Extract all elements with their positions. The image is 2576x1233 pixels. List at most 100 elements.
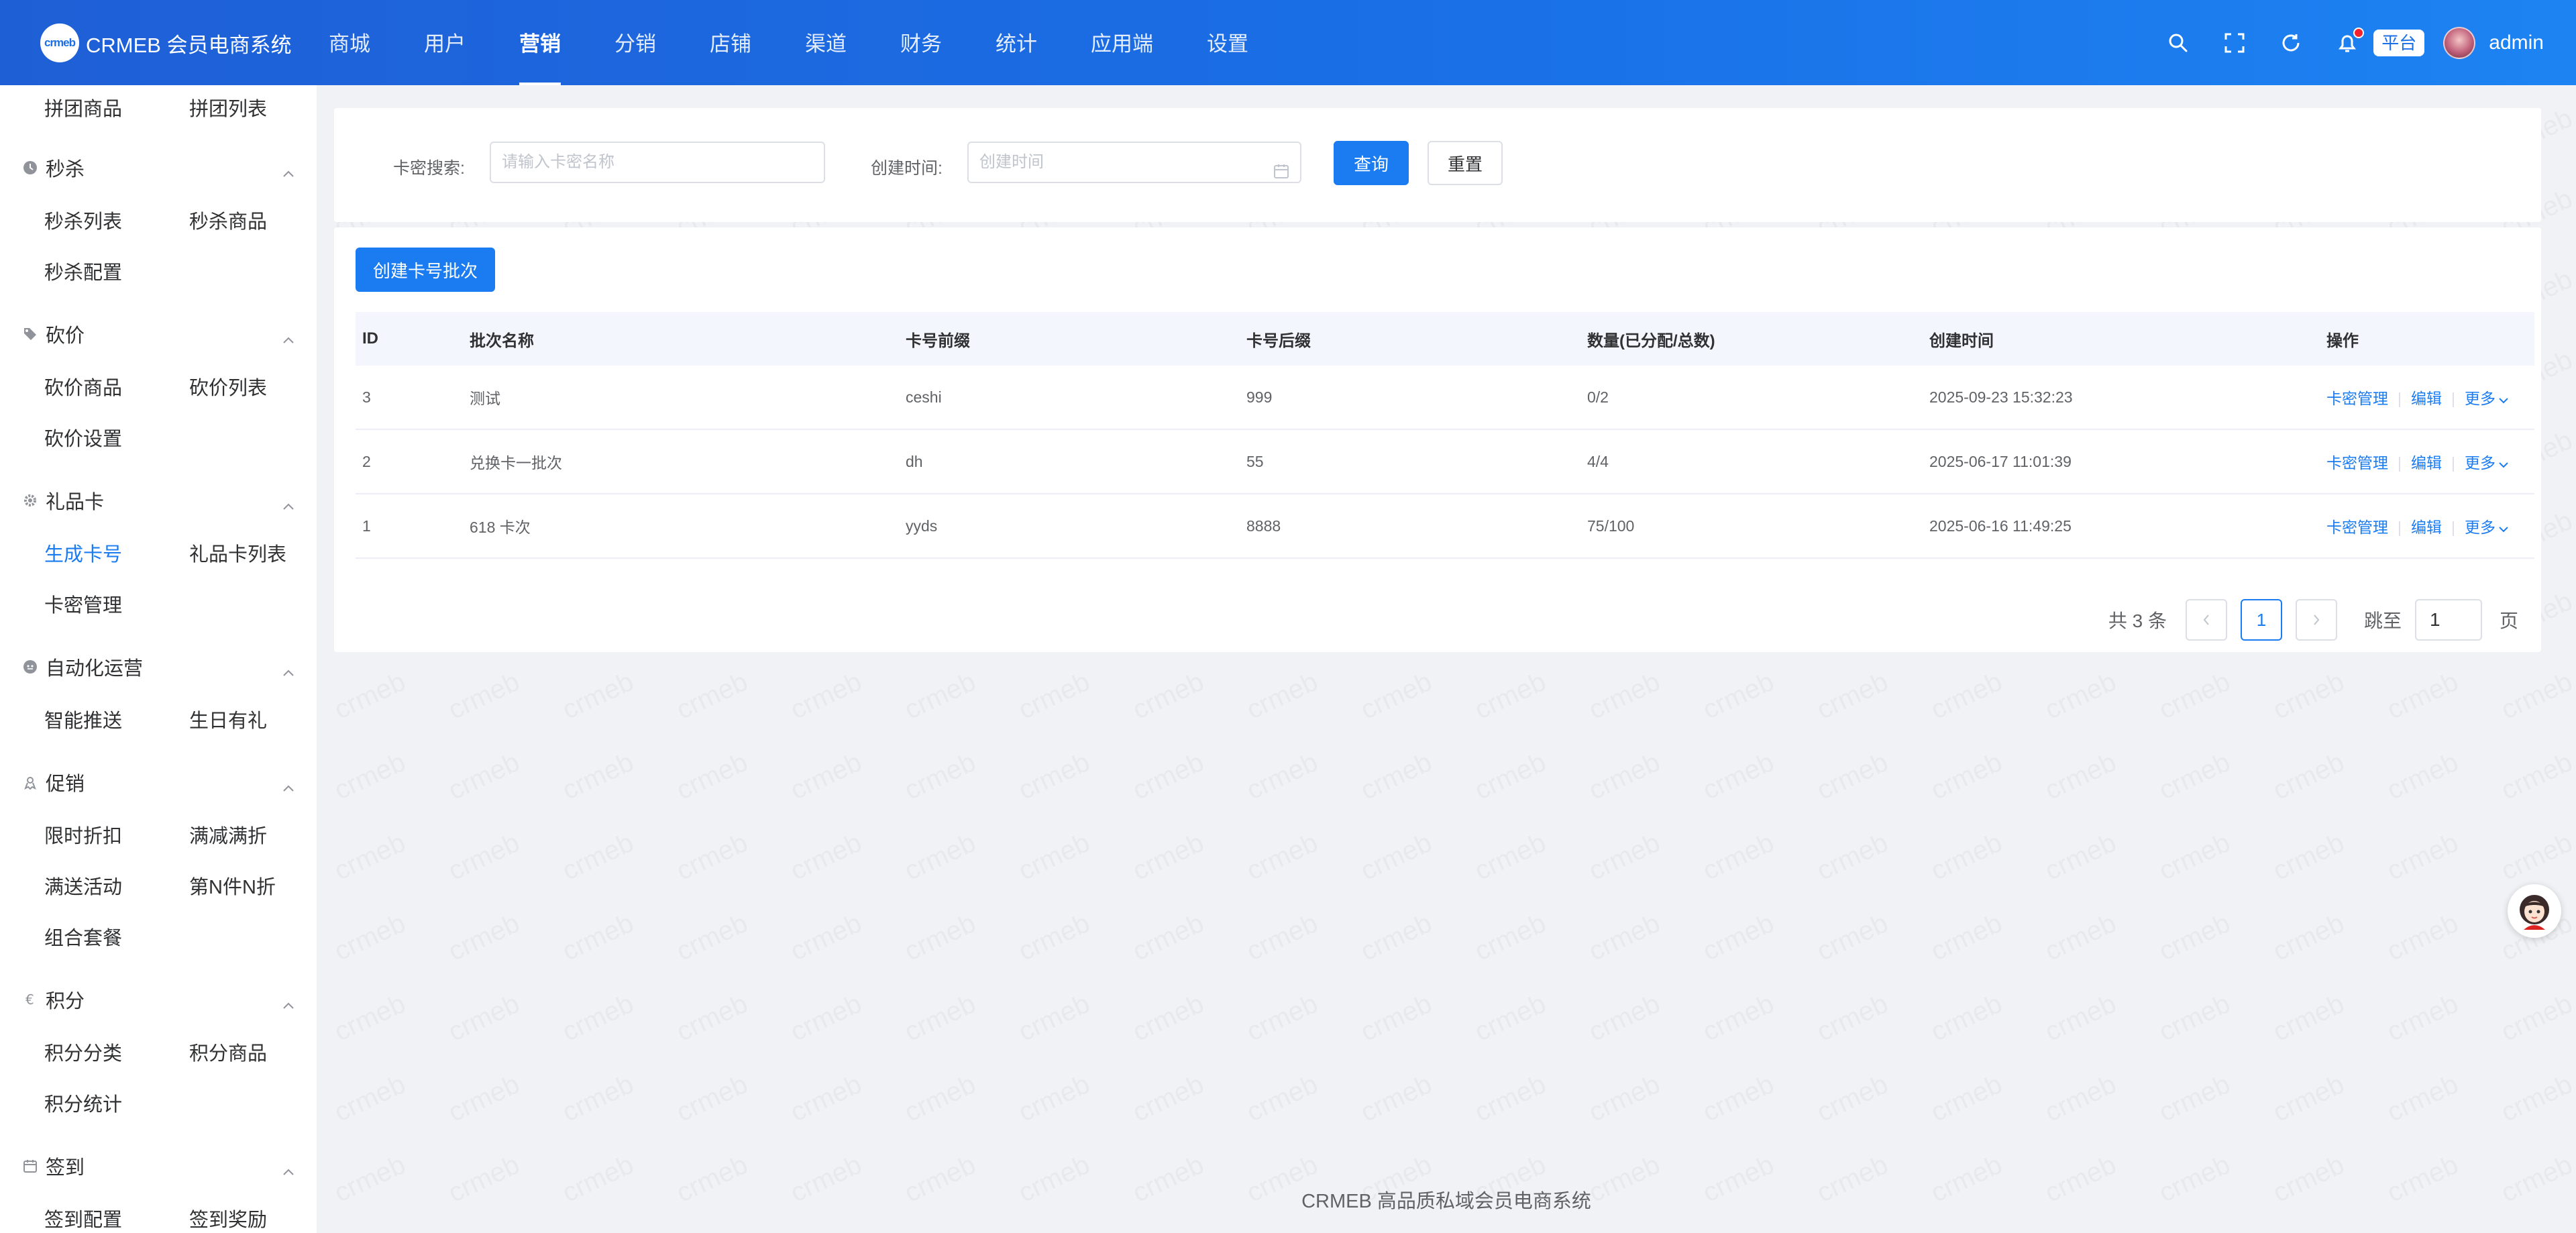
- manage-link[interactable]: 卡密管理: [2326, 519, 2388, 536]
- cell-batch-name: 测试: [470, 390, 500, 407]
- cell-id: 2: [362, 452, 371, 470]
- query-button[interactable]: 查询: [1334, 141, 1409, 185]
- sidebar-item-signin-config[interactable]: 签到配置: [44, 1204, 122, 1232]
- sidebar-item-points-category[interactable]: 积分分类: [44, 1038, 122, 1066]
- cell-create-time: 2025-06-16 11:49:25: [1929, 517, 2072, 535]
- fullscreen-icon[interactable]: [2223, 32, 2246, 54]
- sidebar-item-bargain-settings[interactable]: 砍价设置: [44, 423, 122, 451]
- sidebar-item-signin-reward[interactable]: 签到奖励: [189, 1204, 267, 1232]
- support-girl-icon: [2520, 895, 2549, 930]
- edit-link[interactable]: 编辑: [2411, 519, 2442, 536]
- app-logo[interactable]: crmeb CRMEB 会员电商系统: [40, 23, 292, 63]
- table-row: 1 618 卡次 yyds 8888 75/100 2025-06-16 11:…: [356, 494, 2534, 559]
- sidebar-item-nth-discount[interactable]: 第N件N折: [189, 871, 276, 900]
- user-name[interactable]: admin: [2489, 32, 2544, 54]
- sidebar-group-bargain[interactable]: 砍价: [23, 321, 295, 347]
- next-page-button[interactable]: [2295, 599, 2337, 641]
- create-batch-button[interactable]: 创建卡号批次: [356, 248, 495, 292]
- more-link[interactable]: 更多: [2465, 519, 2509, 536]
- sidebar-group-signin[interactable]: 签到: [23, 1152, 295, 1179]
- sidebar-group-label: 积分: [46, 991, 85, 1012]
- search-icon[interactable]: [2167, 32, 2190, 54]
- batch-table: ID 批次名称 卡号前缀 卡号后缀 数量(已分配/总数) 创建时间 操作 3 测…: [356, 312, 2534, 559]
- sidebar-item-seckill-list[interactable]: 秒杀列表: [44, 206, 122, 234]
- cell-prefix: ceshi: [906, 388, 942, 406]
- pagination: 共 3 条 1 跳至 1 页: [2108, 599, 2518, 641]
- sidebar-item-birthday-gift[interactable]: 生日有礼: [189, 705, 267, 733]
- manage-link[interactable]: 卡密管理: [2326, 390, 2388, 407]
- sidebar-group-points[interactable]: € 积分: [23, 986, 295, 1013]
- sidebar-group-giftcard[interactable]: 礼品卡: [23, 487, 295, 514]
- table-row: 3 测试 ceshi 999 0/2 2025-09-23 15:32:23 卡…: [356, 366, 2534, 430]
- nav-finance[interactable]: 财务: [900, 0, 942, 85]
- more-label: 更多: [2464, 519, 2496, 536]
- platform-tag[interactable]: 平台: [2373, 29, 2425, 56]
- sidebar-item-card-secret-manage[interactable]: 卡密管理: [44, 590, 122, 618]
- nav-settings[interactable]: 设置: [1207, 0, 1248, 85]
- manage-link[interactable]: 卡密管理: [2326, 454, 2388, 472]
- sidebar-item-points-goods[interactable]: 积分商品: [189, 1038, 267, 1066]
- create-time-picker[interactable]: [967, 142, 1301, 183]
- sidebar-item-time-discount[interactable]: 限时折扣: [44, 820, 122, 849]
- robot-icon: [23, 659, 38, 674]
- sidebar-item-pintuan-goods[interactable]: 拼团商品: [44, 93, 122, 121]
- nav-store[interactable]: 店铺: [710, 0, 751, 85]
- nav-user[interactable]: 用户: [424, 0, 466, 85]
- sidebar-group-label: 礼品卡: [46, 492, 105, 513]
- more-label: 更多: [2464, 454, 2496, 472]
- bell-icon[interactable]: [2336, 27, 2365, 54]
- points-icon: €: [23, 992, 38, 1007]
- sidebar-item-bargain-goods[interactable]: 砍价商品: [44, 372, 122, 400]
- sidebar-group-promotion[interactable]: 促销: [23, 769, 295, 796]
- customer-service-avatar[interactable]: [2508, 884, 2561, 938]
- create-time-input[interactable]: [979, 143, 1300, 182]
- sidebar-group-automation[interactable]: 自动化运营: [23, 653, 295, 680]
- sidebar-item-full-gift[interactable]: 满送活动: [44, 871, 122, 900]
- edit-link[interactable]: 编辑: [2411, 390, 2442, 407]
- nav-distribution[interactable]: 分销: [614, 0, 656, 85]
- sidebar-item-full-reduction[interactable]: 满减满折: [189, 820, 267, 849]
- sidebar-item-giftcard-list[interactable]: 礼品卡列表: [189, 539, 286, 567]
- table-header: ID 批次名称 卡号前缀 卡号后缀 数量(已分配/总数) 创建时间 操作: [356, 312, 2534, 366]
- cell-id: 1: [362, 517, 371, 535]
- cell-count: 4/4: [1587, 452, 1609, 470]
- sidebar-item-pintuan-list[interactable]: 拼团列表: [189, 93, 267, 121]
- chevron-down-icon: [2499, 398, 2508, 404]
- nav-marketing[interactable]: 营销: [519, 0, 561, 85]
- svg-text:€: €: [25, 992, 34, 1007]
- more-link[interactable]: 更多: [2465, 454, 2509, 472]
- cell-count: 75/100: [1587, 517, 1635, 535]
- edit-link[interactable]: 编辑: [2411, 454, 2442, 472]
- chevron-up-icon: [282, 494, 295, 516]
- jump-page-input[interactable]: 1: [2414, 599, 2482, 641]
- more-link[interactable]: 更多: [2465, 390, 2509, 407]
- card-search-input[interactable]: [502, 143, 824, 182]
- cell-id: 3: [362, 388, 371, 406]
- user-avatar[interactable]: [2443, 26, 2476, 59]
- sidebar-item-smart-push[interactable]: 智能推送: [44, 705, 122, 733]
- sidebar-group-seckill[interactable]: 秒杀: [23, 154, 295, 181]
- sidebar-item-combo-package[interactable]: 组合套餐: [44, 922, 122, 951]
- nav-shop[interactable]: 商城: [329, 0, 370, 85]
- sidebar-item-bargain-list[interactable]: 砍价列表: [189, 372, 267, 400]
- sidebar-item-seckill-goods[interactable]: 秒杀商品: [189, 206, 267, 234]
- refresh-icon[interactable]: [2279, 32, 2302, 54]
- divider: |: [2398, 454, 2402, 472]
- chevron-up-icon: [282, 327, 295, 350]
- col-count: 数量(已分配/总数): [1587, 331, 1715, 350]
- sidebar-item-seckill-config[interactable]: 秒杀配置: [44, 257, 122, 285]
- divider: |: [2398, 390, 2402, 407]
- nav-channel[interactable]: 渠道: [805, 0, 847, 85]
- prev-page-button[interactable]: [2185, 599, 2227, 641]
- card-search-input-wrap[interactable]: [490, 142, 825, 183]
- cell-count: 0/2: [1587, 388, 1609, 406]
- sidebar-item-generate-card[interactable]: 生成卡号: [44, 539, 122, 567]
- nav-statistics[interactable]: 统计: [996, 0, 1037, 85]
- page-number-current[interactable]: 1: [2240, 599, 2282, 641]
- sidebar-group-label: 砍价: [46, 325, 85, 347]
- reset-button[interactable]: 重置: [1428, 141, 1503, 185]
- divider: |: [2451, 519, 2455, 536]
- nav-app[interactable]: 应用端: [1091, 0, 1153, 85]
- cell-actions: 卡密管理 | 编辑 | 更多: [2320, 386, 2534, 409]
- sidebar-item-points-stats[interactable]: 积分统计: [44, 1089, 122, 1117]
